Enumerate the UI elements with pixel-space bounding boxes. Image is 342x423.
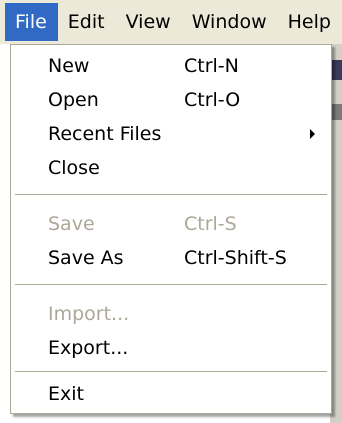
menu-separator	[15, 371, 327, 372]
menu-item-label: Save	[48, 213, 95, 235]
menu-item-import: Import...	[11, 297, 331, 331]
menu-file[interactable]: File	[5, 3, 58, 41]
menu-item-label: Save As	[48, 247, 124, 269]
menu-item-label: New	[48, 55, 90, 77]
menu-item-exit[interactable]: Exit	[11, 377, 331, 411]
menu-item-label: Exit	[48, 383, 84, 405]
menu-item-label: Export...	[48, 337, 129, 359]
menu-item-open[interactable]: Open Ctrl-O	[11, 83, 331, 117]
menu-separator	[15, 284, 327, 285]
menu-window[interactable]: Window	[182, 3, 278, 41]
application-window: File Edit View Window Help New Ctrl-N Op…	[0, 0, 342, 423]
menu-item-shortcut: Ctrl-O	[184, 89, 241, 111]
menu-item-save-as[interactable]: Save As Ctrl-Shift-S	[11, 241, 331, 275]
menu-item-new[interactable]: New Ctrl-N	[11, 49, 331, 83]
menu-item-shortcut: Ctrl-Shift-S	[184, 247, 287, 269]
menu-separator	[15, 194, 327, 195]
menu-item-close[interactable]: Close	[11, 151, 331, 185]
menu-view[interactable]: View	[116, 3, 182, 41]
menu-edit[interactable]: Edit	[58, 3, 116, 41]
menu-item-save: Save Ctrl-S	[11, 207, 331, 241]
submenu-arrow-icon	[310, 129, 315, 139]
menu-item-shortcut: Ctrl-S	[184, 213, 237, 235]
file-menu-dropdown: New Ctrl-N Open Ctrl-O Recent Files Clos…	[10, 44, 332, 414]
menu-item-export[interactable]: Export...	[11, 331, 331, 365]
menu-item-label: Open	[48, 89, 99, 111]
menu-item-shortcut: Ctrl-N	[184, 55, 239, 77]
menu-item-recent-files[interactable]: Recent Files	[11, 117, 331, 151]
menu-bar: File Edit View Window Help	[0, 0, 342, 44]
menu-item-label: Close	[48, 157, 100, 179]
menu-item-label: Import...	[48, 303, 130, 325]
menu-item-label: Recent Files	[48, 123, 162, 145]
menu-help[interactable]: Help	[278, 3, 342, 41]
